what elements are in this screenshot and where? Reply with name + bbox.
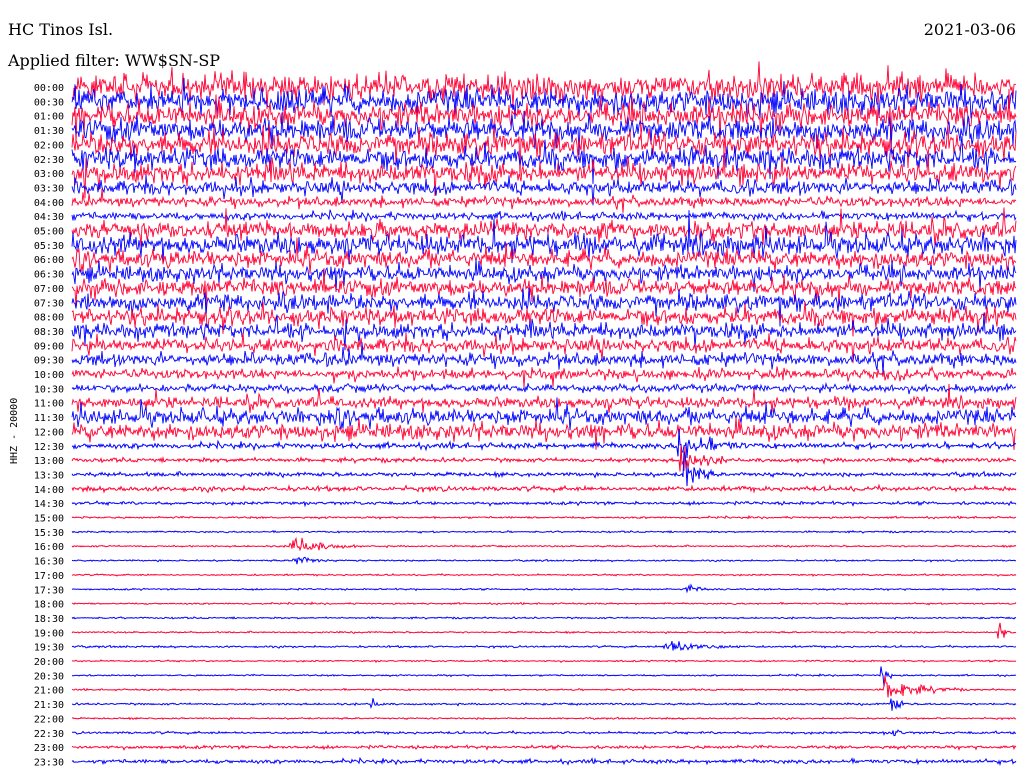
trace-row-1800 xyxy=(71,601,1017,606)
row-time-label: 22:00 xyxy=(34,714,64,725)
trace-row-1700 xyxy=(71,572,1017,578)
row-time-label: 18:00 xyxy=(34,600,64,611)
row-time-label: 15:30 xyxy=(34,528,64,539)
row-time-label: 06:00 xyxy=(34,255,64,266)
row-time-label: 16:00 xyxy=(34,542,64,553)
time-labels: 00:00 00:30 01:00 01:30 02:00 02:30 03:00 03:30… xyxy=(34,83,64,768)
trace-row-2130 xyxy=(71,698,1017,711)
row-time-label: 22:30 xyxy=(34,729,64,740)
row-time-label: 20:30 xyxy=(34,671,64,682)
row-time-label: 01:00 xyxy=(34,112,64,123)
trace-row-1430 xyxy=(71,500,1017,508)
row-time-label: 09:30 xyxy=(34,356,64,367)
row-time-label: 12:30 xyxy=(34,442,64,453)
row-time-label: 16:30 xyxy=(34,557,64,568)
trace-row-1230 xyxy=(71,428,1017,459)
row-time-label: 21:30 xyxy=(34,700,64,711)
row-time-label: 12:00 xyxy=(34,427,64,438)
row-time-label: 01:30 xyxy=(34,126,64,137)
row-time-label: 05:30 xyxy=(34,241,64,252)
row-time-label: 06:30 xyxy=(34,270,64,281)
trace-row-2200 xyxy=(71,716,1017,721)
trace-row-0530 xyxy=(71,210,1017,265)
trace-row-2300 xyxy=(71,744,1017,752)
row-time-label: 11:00 xyxy=(34,399,64,410)
row-time-label: 04:30 xyxy=(34,212,64,223)
trace-row-2100 xyxy=(71,675,1017,698)
row-time-label: 14:00 xyxy=(34,485,64,496)
trace-row-2030 xyxy=(71,666,1017,687)
row-time-label: 13:30 xyxy=(34,470,64,481)
row-time-label: 11:30 xyxy=(34,413,64,424)
row-time-label: 19:00 xyxy=(34,628,64,639)
trace-row-2330 xyxy=(71,756,1017,767)
row-time-label: 07:30 xyxy=(34,298,64,309)
row-time-label: 17:30 xyxy=(34,585,64,596)
trace-row-1400 xyxy=(71,483,1017,494)
helicorder-plot: 00:00 00:30 01:00 01:30 02:00 02:30 03:00 03:30… xyxy=(34,61,1017,768)
row-time-label: 00:30 xyxy=(34,97,64,108)
trace-row-0430 xyxy=(71,209,1017,222)
row-time-label: 07:00 xyxy=(34,284,64,295)
row-time-label: 10:30 xyxy=(34,384,64,395)
trace-row-0730 xyxy=(71,287,1017,327)
row-time-label: 08:30 xyxy=(34,327,64,338)
row-time-label: 15:00 xyxy=(34,514,64,525)
row-time-label: 02:00 xyxy=(34,140,64,151)
trace-row-1300 xyxy=(71,445,1016,472)
trace-row-1000 xyxy=(71,365,1017,388)
row-time-label: 02:30 xyxy=(34,155,64,166)
row-time-label: 18:30 xyxy=(34,614,64,625)
trace-row-2230 xyxy=(71,729,1017,737)
trace-row-2000 xyxy=(72,659,1017,664)
row-time-label: 10:00 xyxy=(34,370,64,381)
row-time-label: 14:30 xyxy=(34,499,64,510)
row-time-label: 09:00 xyxy=(34,341,64,352)
seismic-traces xyxy=(71,61,1017,767)
row-time-label: 03:00 xyxy=(34,169,64,180)
row-time-label: 13:00 xyxy=(34,456,64,467)
trace-row-0400 xyxy=(71,188,1017,213)
row-time-label: 21:00 xyxy=(34,686,64,697)
row-time-label: 00:00 xyxy=(34,83,64,94)
trace-row-1930 xyxy=(71,640,1017,652)
trace-row-1730 xyxy=(71,583,1017,594)
trace-row-1900 xyxy=(71,622,1017,639)
row-time-label: 20:00 xyxy=(34,657,64,668)
row-time-label: 19:30 xyxy=(34,643,64,654)
row-time-label: 08:00 xyxy=(34,313,64,324)
row-time-label: 05:00 xyxy=(34,227,64,238)
trace-row-1330 xyxy=(71,451,1017,487)
row-time-label: 04:00 xyxy=(34,198,64,209)
row-time-label: 23:00 xyxy=(34,743,64,754)
trace-row-1830 xyxy=(71,616,1017,621)
trace-row-1530 xyxy=(71,529,1017,534)
trace-row-1630 xyxy=(71,556,1017,565)
row-time-label: 03:30 xyxy=(34,183,64,194)
trace-row-1600 xyxy=(71,536,1017,552)
row-time-label: 23:30 xyxy=(34,757,64,768)
trace-row-1030 xyxy=(71,381,1017,395)
trace-row-1500 xyxy=(71,514,1017,520)
row-time-label: 17:00 xyxy=(34,571,64,582)
